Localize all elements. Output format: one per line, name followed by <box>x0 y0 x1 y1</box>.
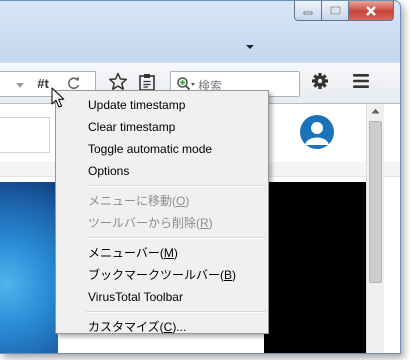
scrollbar-thumb[interactable] <box>369 121 382 283</box>
reload-icon[interactable] <box>67 76 81 90</box>
minimize-button[interactable] <box>294 1 322 21</box>
window-controls <box>294 1 394 21</box>
tab-list-dropdown-icon[interactable] <box>246 45 254 49</box>
vertical-scrollbar[interactable] <box>366 104 384 353</box>
menu-separator <box>86 311 266 313</box>
menu-item-move-to-menu: メニューに移動(O) <box>88 194 190 208</box>
maximize-icon <box>329 6 341 15</box>
menu-item-clear-timestamp[interactable]: Clear timestamp <box>56 116 268 138</box>
menu-separator <box>86 237 266 239</box>
dropdown-arrow-icon[interactable] <box>16 83 24 88</box>
page-search-field[interactable] <box>0 117 50 153</box>
close-icon <box>366 5 376 16</box>
menu-item-remove-from-toolbar: ツールバーから削除(R) <box>88 216 213 230</box>
scroll-up-arrow-icon[interactable] <box>371 108 380 114</box>
clipboard-icon[interactable] <box>138 72 156 92</box>
close-button[interactable] <box>349 1 394 21</box>
menu-item-virustotal-toolbar[interactable]: VirusTotal Toolbar <box>56 286 268 308</box>
video-panel <box>264 182 366 353</box>
hero-image <box>0 182 58 353</box>
star-icon[interactable] <box>108 72 128 92</box>
mouse-cursor-icon <box>51 87 65 108</box>
toolbar-context-menu: Update timestamp Clear timestamp Toggle … <box>55 90 269 334</box>
avatar[interactable] <box>300 115 334 149</box>
timestamp-button[interactable]: #t <box>33 76 53 92</box>
minimize-icon <box>303 11 313 14</box>
menu-item-toggle-automatic-mode[interactable]: Toggle automatic mode <box>56 138 268 160</box>
hamburger-menu-icon[interactable] <box>352 73 370 89</box>
title-bar <box>0 1 400 61</box>
menu-item-options[interactable]: Options <box>56 160 268 182</box>
menu-separator <box>86 185 266 187</box>
user-avatar-icon <box>305 122 329 145</box>
menu-item-bookmarks-toolbar[interactable]: ブックマークツールバー(B) <box>56 264 268 286</box>
maximize-button[interactable] <box>322 1 349 21</box>
gear-icon[interactable] <box>311 72 329 90</box>
menu-item-menu-bar[interactable]: メニューバー(M) <box>56 242 268 264</box>
menu-item-update-timestamp[interactable]: Update timestamp <box>56 94 268 116</box>
menu-item-customize[interactable]: カスタマイズ(C)... <box>56 316 268 338</box>
